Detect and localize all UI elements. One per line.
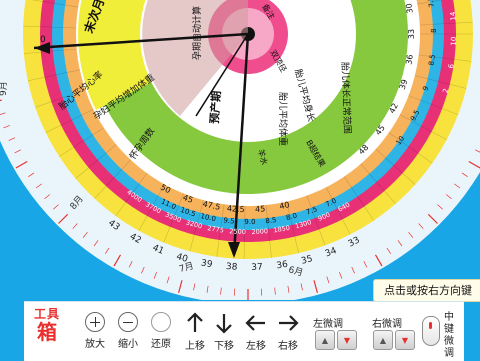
move-left-label: 左移 xyxy=(243,337,269,352)
move-up-button[interactable]: 上移 xyxy=(182,312,208,352)
zoom-out-label: 缩小 xyxy=(115,335,141,350)
screen: 0 末次月经第一天 预产期 胎儿平均体重 胎儿平均身长 胎儿体长正常范围 孕妇平… xyxy=(0,0,480,360)
ring-number-weeks-right: 10 xyxy=(450,37,458,46)
minus-icon xyxy=(118,312,138,332)
mouse-wheel-icon xyxy=(429,322,432,329)
ring-number-outer: 39 xyxy=(200,258,213,270)
reset-icon xyxy=(151,312,171,332)
move-down-label: 下移 xyxy=(211,337,237,352)
ring-number-right: 30 xyxy=(404,3,414,14)
toolbox: 工具 箱 放大 缩小 还原 上移 下移 xyxy=(24,301,464,361)
ring-number-length: 8.5 xyxy=(265,216,277,225)
label-fetal-weight: 胎儿平均体重 xyxy=(277,92,289,146)
zoom-in-label: 放大 xyxy=(82,335,108,350)
move-left-button[interactable]: 左移 xyxy=(243,312,269,352)
zoom-out-button[interactable]: 缩小 xyxy=(115,312,141,350)
fine-left-down-key[interactable]: ▼ xyxy=(337,330,357,350)
ring-number-weight: 2000 xyxy=(251,227,268,236)
fine-right-keys[interactable]: ▲ ▼ xyxy=(373,330,415,350)
toolbox-title-top: 工具 xyxy=(32,308,62,320)
fine-left-label: 左微调 xyxy=(313,315,343,330)
mouse-wheel-label: 中键微调 xyxy=(444,312,458,360)
arrow-down-icon xyxy=(213,312,235,334)
ring-number-week: 45 xyxy=(255,204,266,214)
ring-number-right-small: 8 xyxy=(430,28,438,33)
ring-number-length: 9.0 xyxy=(244,218,255,226)
ring-number-outer: 37 xyxy=(251,263,263,273)
ring-number-right-small: 8.5 xyxy=(427,54,436,66)
fine-left-keys[interactable]: ▲ ▼ xyxy=(315,330,357,350)
fine-left-up-key[interactable]: ▲ xyxy=(315,330,335,350)
move-right-label: 右移 xyxy=(275,337,301,352)
ring-number-weight: 2500 xyxy=(229,227,246,236)
toolbox-title-bottom: 箱 xyxy=(32,322,62,342)
ring-number-outer: 38 xyxy=(226,262,238,273)
label-edc: 预产期 xyxy=(207,90,223,124)
ring-number-week: 42.5 xyxy=(227,204,245,214)
arrow-left-icon xyxy=(245,312,267,334)
move-right-button[interactable]: 右移 xyxy=(275,312,301,352)
move-up-label: 上移 xyxy=(182,337,208,352)
arrow-up-icon xyxy=(184,312,206,334)
ring-number-outer: 36 xyxy=(276,260,289,272)
zoom-in-button[interactable]: 放大 xyxy=(82,312,108,350)
arrow-right-icon xyxy=(277,312,299,334)
tick-zero: 0 xyxy=(40,35,46,45)
reset-label: 还原 xyxy=(148,335,174,350)
pregnancy-wheel[interactable]: 0 末次月经第一天 预产期 胎儿平均体重 胎儿平均身长 胎儿体长正常范围 孕妇平… xyxy=(0,0,480,300)
reset-button[interactable]: 还原 xyxy=(148,312,174,350)
ring-number-right: 33 xyxy=(407,29,416,39)
ring-number-right: 36 xyxy=(404,54,414,65)
mouse-icon[interactable] xyxy=(422,316,440,346)
fine-right-label: 右微调 xyxy=(372,315,402,330)
toolbox-title: 工具 箱 xyxy=(32,308,62,342)
move-down-button[interactable]: 下移 xyxy=(211,312,237,352)
ring-number-weeks-right: 14 xyxy=(449,11,458,21)
ring-number-length: 9.5 xyxy=(223,216,235,225)
hint-tooltip: 点击或按右方向键 xyxy=(373,279,480,302)
plus-icon xyxy=(85,312,105,332)
fine-right-up-key[interactable]: ▲ xyxy=(373,330,393,350)
label-hub: 孕期自动计算 xyxy=(191,6,203,60)
fine-right-down-key[interactable]: ▼ xyxy=(395,330,415,350)
month-label-9: 9月 xyxy=(0,81,9,96)
